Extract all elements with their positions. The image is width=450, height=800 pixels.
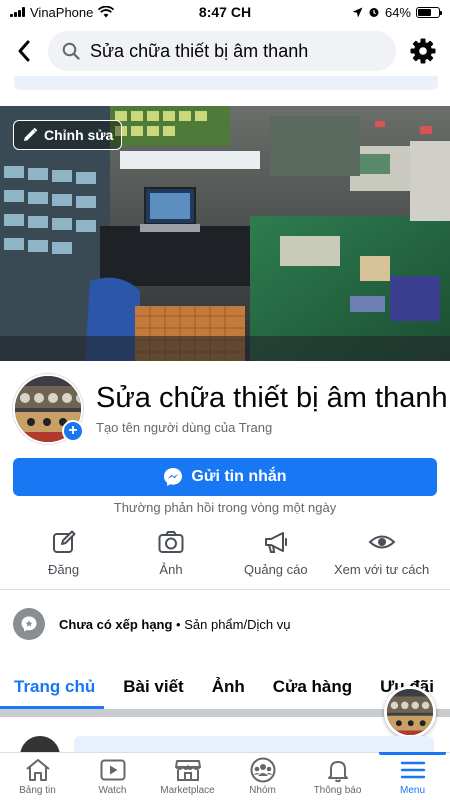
section-divider (0, 589, 450, 590)
carrier-name: VinaPhone (30, 4, 94, 20)
page-category: Sản phẩm/Dịch vụ (184, 616, 291, 632)
promote-action[interactable]: Quảng cáo (244, 528, 308, 577)
add-profile-photo-icon[interactable]: + (62, 420, 84, 442)
tab-posts[interactable]: Bài viết (109, 672, 197, 702)
nav-notifications-label: Thông báo (313, 785, 362, 796)
previous-section-edge (14, 76, 438, 90)
nav-news-feed-label: Bảng tin (19, 785, 56, 796)
page-header: Sửa chữa thiết bị âm thanh (0, 28, 450, 74)
tab-shop[interactable]: Cửa hàng (259, 672, 366, 702)
create-username-link[interactable]: Tạo tên người dùng của Trang (96, 420, 272, 435)
back-button[interactable] (10, 31, 38, 71)
search-bar[interactable]: Sửa chữa thiết bị âm thanh (48, 31, 396, 71)
nav-menu[interactable]: Menu (375, 752, 450, 800)
settings-button[interactable] (406, 31, 440, 71)
nav-watch-label: Watch (98, 785, 127, 796)
nav-news-feed[interactable]: Bảng tin (0, 753, 75, 800)
wifi-icon (98, 6, 115, 18)
page-actions: Đăng Ảnh Quảng cáo Xem với tư cách (0, 528, 450, 584)
alarm-icon (369, 8, 379, 17)
messenger-icon (164, 468, 183, 486)
response-time-note: Thường phản hồi trong vòng một ngày (113, 500, 337, 515)
rating-status: Chưa có xếp hạng (59, 616, 173, 632)
bottom-navigation: Bảng tin Watch Marketplace Nhóm Thông bá… (0, 752, 450, 800)
signal-icon (10, 7, 25, 17)
tab-photos[interactable]: Ảnh (198, 672, 259, 702)
nav-notifications[interactable]: Thông báo (300, 753, 375, 800)
battery-icon (416, 6, 442, 18)
battery-percent: 64% (384, 4, 411, 20)
edit-cover-label: Chỉnh sửa (44, 127, 114, 143)
video-icon (100, 759, 125, 781)
page-title: Sửa chữa thiết bị âm thanh (96, 382, 448, 414)
view-as-action[interactable]: Xem với tư cách (334, 528, 429, 577)
photo-action[interactable]: Ảnh (157, 528, 185, 577)
tab-home[interactable]: Trang chủ (0, 672, 109, 702)
promote-action-label: Quảng cáo (244, 562, 308, 577)
groups-icon (250, 757, 275, 783)
post-action[interactable]: Đăng (48, 528, 79, 577)
search-query: Sửa chữa thiết bị âm thanh (90, 40, 309, 61)
page-tabs: Trang chủ Bài viết Ảnh Cửa hàng Ưu đãi N… (0, 672, 450, 708)
view-as-action-label: Xem với tư cách (334, 562, 430, 577)
photo-action-label: Ảnh (159, 562, 183, 577)
menu-icon (400, 761, 425, 779)
chevron-left-icon (18, 40, 30, 62)
status-right: 64% (352, 4, 442, 20)
nav-menu-label: Menu (399, 785, 425, 796)
nav-groups-label: Nhóm (249, 785, 276, 796)
post-action-label: Đăng (48, 562, 80, 577)
rating-row[interactable]: Chưa có xếp hạng • Sản phẩm/Dịch vụ (13, 608, 290, 640)
shop-icon (174, 760, 201, 781)
rating-bubble-icon (13, 608, 45, 640)
nav-watch[interactable]: Watch (75, 753, 150, 800)
gear-icon (410, 38, 436, 64)
status-left: VinaPhone (10, 4, 115, 20)
send-message-label: Gửi tin nhắn (191, 468, 287, 485)
nav-groups[interactable]: Nhóm (225, 753, 300, 800)
send-message-button[interactable]: Gửi tin nhắn (13, 458, 437, 496)
nav-marketplace[interactable]: Marketplace (150, 753, 225, 800)
home-icon (25, 759, 50, 781)
compose-icon (52, 530, 76, 553)
location-arrow-icon (352, 7, 363, 17)
composer-box[interactable] (74, 736, 434, 752)
rating-separator: • (172, 616, 185, 632)
eye-icon (368, 535, 396, 549)
search-icon (62, 42, 80, 60)
bell-icon (327, 761, 348, 783)
section-separator (0, 709, 450, 717)
status-bar: VinaPhone 8:47 CH 64% (0, 0, 450, 24)
edit-cover-button[interactable]: Chỉnh sửa (13, 120, 123, 150)
pencil-icon (24, 127, 38, 141)
nav-marketplace-label: Marketplace (160, 785, 215, 796)
megaphone-icon (264, 532, 287, 553)
camera-icon (158, 531, 184, 553)
floating-profile-avatar[interactable] (384, 686, 436, 738)
floating-avatar-image (387, 689, 433, 735)
